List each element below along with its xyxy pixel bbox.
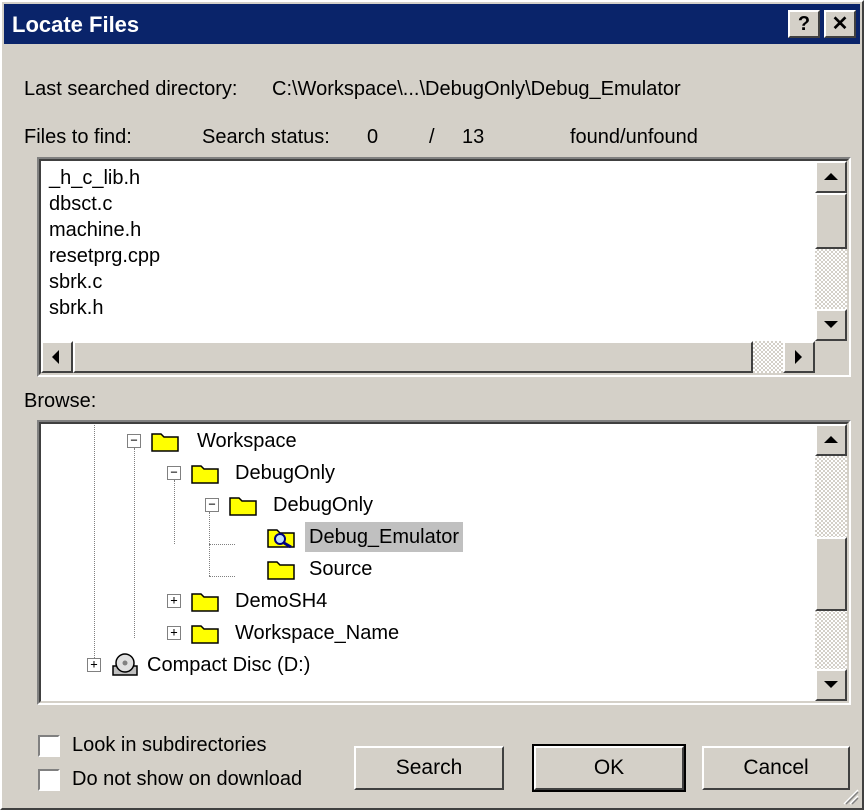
scroll-down-button[interactable] — [815, 309, 847, 341]
last-searched-label: Last searched directory: — [24, 78, 238, 100]
tree-node-label: Workspace_Name — [235, 622, 400, 644]
close-icon: ✕ — [831, 13, 849, 35]
arrow-down-icon — [824, 321, 838, 335]
files-horizontal-scrollbar[interactable] — [41, 341, 815, 373]
scroll-thumb[interactable] — [815, 537, 847, 611]
look-in-subdirectories-checkbox[interactable] — [38, 735, 60, 757]
tree-node-label: DemoSH4 — [235, 590, 328, 612]
cancel-button[interactable]: Cancel — [702, 746, 850, 790]
arrow-up-icon — [824, 429, 838, 443]
folder-icon — [191, 593, 219, 612]
unfound-count: 13 — [462, 126, 485, 148]
scroll-up-button[interactable] — [815, 161, 847, 193]
title-bar[interactable]: Locate Files ? ✕ — [4, 4, 860, 44]
folder-open-icon — [191, 465, 219, 484]
tree-node-label: DebugOnly — [273, 494, 374, 516]
expand-icon[interactable]: + — [167, 594, 181, 608]
list-item[interactable]: sbrk.c — [49, 269, 102, 295]
arrow-down-icon — [824, 681, 838, 695]
list-item[interactable]: machine.h — [49, 217, 141, 243]
locate-files-dialog: Locate Files ? ✕ Last searched directory… — [0, 0, 864, 810]
resize-grip-icon[interactable] — [840, 786, 860, 806]
collapse-icon[interactable]: − — [127, 434, 141, 448]
folder-search-icon — [267, 529, 295, 548]
browse-tree[interactable]: − Workspace − DebugOnly − DebugOnly Debu… — [37, 420, 851, 705]
last-searched-value: C:\Workspace\...\DebugOnly\Debug_Emulato… — [272, 78, 681, 100]
files-to-find-label: Files to find: — [24, 126, 132, 148]
tree-vertical-scrollbar[interactable] — [815, 424, 847, 701]
scroll-left-button[interactable] — [41, 341, 73, 373]
look-in-subdirectories-label[interactable]: Look in subdirectories — [72, 734, 267, 757]
files-list[interactable]: _h_c_lib.h dbsct.c machine.h resetprg.cp… — [37, 157, 851, 377]
collapse-icon[interactable]: − — [205, 498, 219, 512]
list-item[interactable]: _h_c_lib.h — [49, 165, 140, 191]
search-status-label: Search status: — [202, 126, 330, 148]
expand-icon[interactable]: + — [87, 658, 101, 672]
folder-open-icon — [229, 497, 257, 516]
tree-line — [174, 480, 175, 544]
tree-line — [134, 448, 135, 638]
list-item[interactable]: resetprg.cpp — [49, 243, 160, 269]
scroll-down-button[interactable] — [815, 669, 847, 701]
scroll-thumb[interactable] — [73, 341, 753, 373]
tree-node-label: Source — [309, 558, 373, 580]
close-button[interactable]: ✕ — [824, 10, 856, 38]
window-title: Locate Files — [12, 12, 140, 37]
scroll-thumb[interactable] — [815, 193, 847, 249]
count-separator: / — [429, 126, 435, 148]
tree-line — [209, 544, 235, 545]
folder-icon — [191, 625, 219, 644]
tree-node-label: Compact Disc (D:) — [147, 654, 311, 676]
browse-label: Browse: — [24, 390, 97, 412]
list-item[interactable]: sbrk.h — [49, 295, 103, 321]
tree-line — [209, 576, 235, 577]
status-suffix: found/unfound — [570, 126, 698, 148]
scroll-up-button[interactable] — [815, 424, 847, 456]
expand-icon[interactable]: + — [167, 626, 181, 640]
arrow-left-icon — [45, 350, 59, 364]
help-button[interactable]: ? — [788, 10, 820, 38]
tree-node-label: Debug_Emulator — [305, 522, 464, 552]
scrollbar-corner — [815, 341, 847, 373]
collapse-icon[interactable]: − — [167, 466, 181, 480]
cd-drive-icon — [112, 653, 138, 676]
help-icon: ? — [797, 13, 811, 35]
tree-line — [94, 422, 95, 670]
folder-open-icon — [151, 433, 179, 452]
tree-node-label: DebugOnly — [235, 462, 336, 484]
search-button[interactable]: Search — [354, 746, 504, 790]
arrow-up-icon — [824, 166, 838, 180]
files-vertical-scrollbar[interactable] — [815, 161, 847, 341]
scroll-right-button[interactable] — [783, 341, 815, 373]
folder-icon — [267, 561, 295, 580]
do-not-show-checkbox[interactable] — [38, 769, 60, 791]
tree-node-label: Workspace — [197, 430, 297, 452]
ok-button[interactable]: OK — [532, 744, 686, 792]
do-not-show-label[interactable]: Do not show on download — [72, 768, 302, 791]
found-count: 0 — [367, 126, 379, 148]
arrow-right-icon — [795, 350, 809, 364]
list-item[interactable]: dbsct.c — [49, 191, 112, 217]
